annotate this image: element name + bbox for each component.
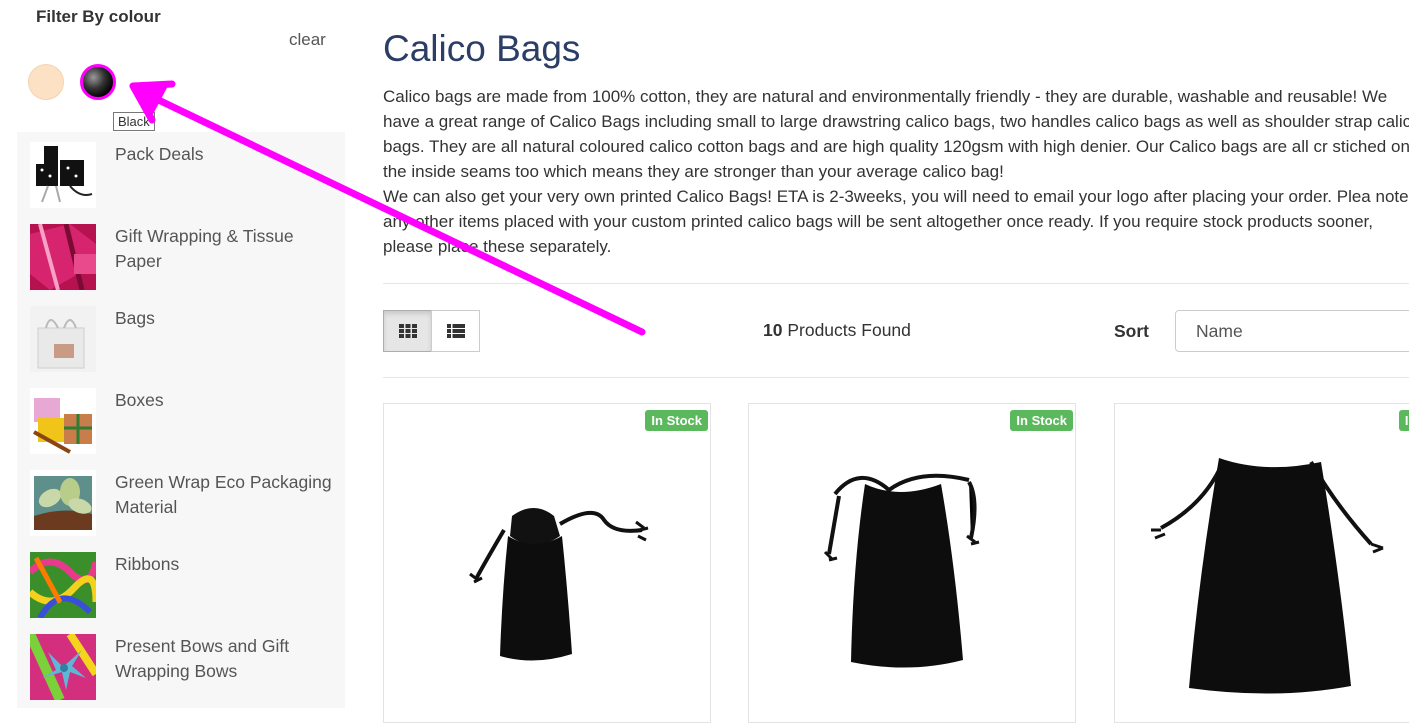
product-card[interactable]: In Stock [748, 403, 1076, 723]
category-item-boxes[interactable]: Boxes [30, 378, 340, 454]
category-label: Bags [115, 308, 155, 328]
ribbons-thumbnail [30, 552, 96, 618]
pack-deals-thumbnail [30, 142, 96, 208]
page-title: Calico Bags [383, 28, 581, 69]
list-view-button[interactable] [431, 310, 480, 352]
category-item-green-wrap[interactable]: Green Wrap Eco Packaging Material [30, 460, 340, 536]
sort-select[interactable]: Name [1175, 310, 1409, 352]
list-view-icon [447, 324, 465, 338]
category-item-bags[interactable]: Bags [30, 296, 340, 372]
category-item-ribbons[interactable]: Ribbons [30, 542, 340, 618]
clear-filter-link[interactable]: clear [289, 30, 326, 50]
eco-packaging-thumbnail [30, 470, 96, 536]
colour-swatch-natural[interactable] [28, 64, 64, 100]
category-label: Pack Deals [115, 144, 204, 164]
products-found-label: Products Found [787, 320, 911, 340]
divider [383, 377, 1409, 378]
bags-thumbnail [30, 306, 96, 372]
category-label: Green Wrap Eco Packaging Material [115, 472, 332, 517]
boxes-thumbnail [30, 388, 96, 454]
category-item-gift-wrapping[interactable]: Gift Wrapping & Tissue Paper [30, 214, 340, 290]
product-card[interactable]: In St [1114, 403, 1409, 723]
sort-label: Sort [1114, 321, 1149, 341]
product-image-medium-drawstring-bag [823, 473, 980, 668]
product-card[interactable]: In Stock [383, 403, 711, 723]
category-item-bows[interactable]: Present Bows and Gift Wrapping Bows [30, 624, 340, 700]
products-found-count: 10 Products Found [763, 320, 911, 341]
product-image-small-drawstring-bag [469, 508, 649, 661]
category-item-pack-deals[interactable]: Pack Deals [30, 132, 340, 208]
filter-by-colour-heading: Filter By colour [36, 7, 161, 26]
product-image-large-drawstring-bag [1151, 458, 1384, 694]
category-description: Calico bags are made from 100% cotton, t… [383, 87, 1409, 256]
gift-wrapping-thumbnail [30, 224, 96, 290]
category-label: Boxes [115, 390, 164, 410]
bows-thumbnail [30, 634, 96, 700]
category-label: Present Bows and Gift Wrapping Bows [115, 636, 290, 681]
stock-badge: In Stock [645, 410, 708, 431]
swatch-tooltip: Black [113, 112, 155, 131]
colour-swatch-black[interactable] [80, 64, 116, 100]
grid-view-button[interactable] [383, 310, 432, 352]
products-count: 10 [763, 320, 783, 340]
category-label: Gift Wrapping & Tissue Paper [115, 226, 294, 271]
stock-badge: In St [1398, 410, 1409, 431]
divider [383, 283, 1409, 284]
grid-view-icon [399, 324, 417, 338]
stock-badge: In Stock [1010, 410, 1073, 431]
category-label: Ribbons [115, 554, 180, 574]
category-list: Pack Deals Gift Wrapping & Tissue Paper … [17, 132, 345, 708]
